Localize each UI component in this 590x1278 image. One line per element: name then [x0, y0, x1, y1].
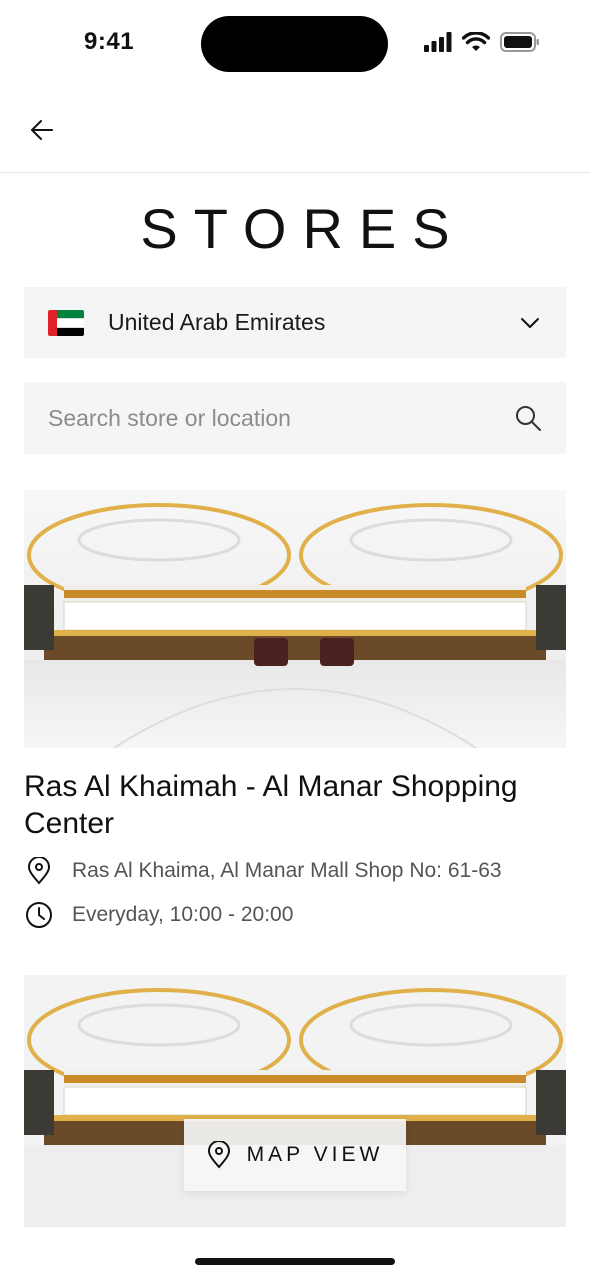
- dynamic-island: [201, 16, 388, 72]
- uae-flag-icon: [48, 309, 84, 336]
- location-pin-icon: [207, 1141, 230, 1169]
- chevron-down-icon: [518, 311, 542, 335]
- store-card[interactable]: Ras Al Khaimah - Al Manar Shopping Cente…: [24, 490, 566, 930]
- store-address-row: Ras Al Khaima, Al Manar Mall Shop No: 61…: [24, 856, 566, 886]
- arrow-left-icon: [31, 120, 53, 140]
- location-pin-icon: [24, 856, 54, 886]
- search-box: [24, 382, 566, 454]
- top-header: [0, 88, 590, 173]
- search-icon[interactable]: [514, 404, 542, 432]
- country-select-value: United Arab Emirates: [108, 309, 326, 335]
- battery-icon: [500, 32, 539, 52]
- status-time: 9:41: [84, 28, 135, 55]
- status-icons: [424, 32, 540, 52]
- store-address: Ras Al Khaima, Al Manar Mall Shop No: 61…: [72, 859, 502, 882]
- home-indicator: [195, 1258, 395, 1265]
- status-bar: 9:41: [0, 0, 590, 88]
- wifi-icon: [462, 32, 490, 51]
- country-select[interactable]: United Arab Emirates: [24, 287, 566, 358]
- store-photo: [24, 490, 566, 748]
- map-view-button[interactable]: MAP VIEW: [184, 1119, 406, 1191]
- page-title: STORES: [140, 197, 466, 260]
- store-name: Ras Al Khaimah - Al Manar Shopping Cente…: [24, 770, 518, 840]
- search-input[interactable]: [48, 404, 514, 432]
- cellular-signal-icon: [424, 32, 452, 52]
- clock-icon: [24, 900, 54, 930]
- store-hours: Everyday, 10:00 - 20:00: [72, 903, 294, 926]
- map-view-label: MAP VIEW: [246, 1143, 384, 1166]
- store-hours-row: Everyday, 10:00 - 20:00: [24, 900, 566, 930]
- back-button[interactable]: [24, 112, 60, 148]
